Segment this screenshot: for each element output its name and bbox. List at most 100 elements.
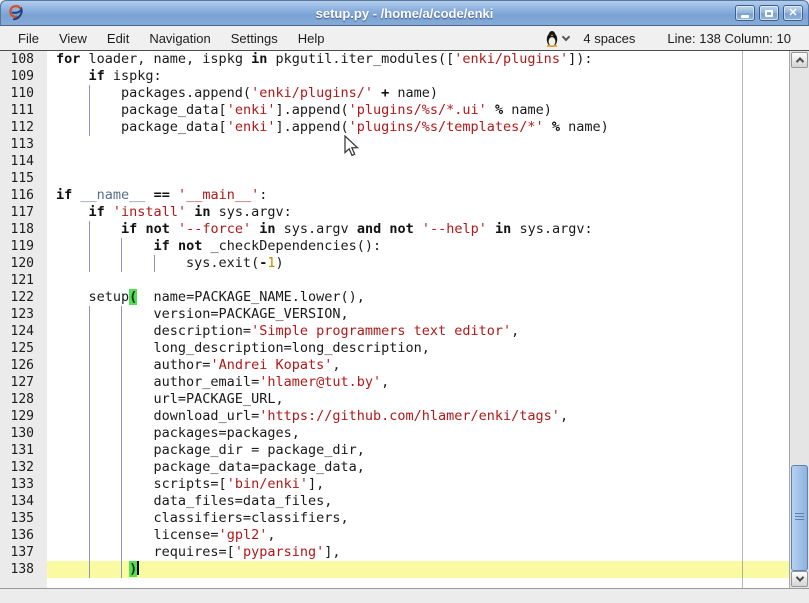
line-number: 121	[0, 272, 47, 289]
line-number: 138	[0, 561, 47, 578]
line-number: 132	[0, 459, 47, 476]
menu-item-edit[interactable]: Edit	[97, 26, 139, 50]
code-line[interactable]: if 'install' in sys.argv:	[47, 204, 789, 221]
code-line[interactable]: packages=packages,	[47, 425, 789, 442]
menu-item-help[interactable]: Help	[288, 26, 335, 50]
menu-item-file[interactable]: File	[8, 26, 49, 50]
line-number: 109	[0, 68, 47, 85]
code-line[interactable]: if ispkg:	[47, 68, 789, 85]
menu-item-navigation[interactable]: Navigation	[139, 26, 220, 50]
scrollbar-thumb[interactable]	[791, 465, 808, 571]
code-line[interactable]: if not _checkDependencies():	[47, 238, 789, 255]
maximize-button[interactable]	[759, 5, 779, 21]
indent-guide	[89, 476, 90, 493]
indent-guide	[89, 323, 90, 340]
indent-guide	[89, 561, 90, 578]
code-line[interactable]	[47, 170, 789, 187]
code-line[interactable]	[47, 136, 789, 153]
line-number: 116	[0, 187, 47, 204]
code-line[interactable]: url=PACKAGE_URL,	[47, 391, 789, 408]
code-line[interactable]: if __name__ == '__main__':	[47, 187, 789, 204]
line-number: 112	[0, 119, 47, 136]
code-area[interactable]: for loader, name, ispkg in pkgutil.iter_…	[47, 51, 789, 588]
line-number: 111	[0, 102, 47, 119]
line-number: 129	[0, 408, 47, 425]
code-line[interactable]: packages.append('enki/plugins/' + name)	[47, 85, 789, 102]
indent-guide	[121, 255, 122, 272]
indent-guide	[154, 255, 155, 272]
scroll-down-button[interactable]	[791, 571, 808, 587]
indent-guide	[121, 527, 122, 544]
code-line[interactable]: package_data['enki'].append('plugins/%s/…	[47, 102, 789, 119]
minimize-button[interactable]	[735, 5, 755, 21]
code-line[interactable]: license='gpl2',	[47, 527, 789, 544]
line-number: 114	[0, 153, 47, 170]
line-number: 124	[0, 323, 47, 340]
indent-guide	[121, 374, 122, 391]
code-line[interactable]: package_data['enki'].append('plugins/%s/…	[47, 119, 789, 136]
vertical-scrollbar[interactable]	[789, 51, 809, 588]
scroll-up-button[interactable]	[791, 52, 808, 68]
indent-guide	[121, 442, 122, 459]
line-number: 131	[0, 442, 47, 459]
line-number: 118	[0, 221, 47, 238]
code-line[interactable]: setup( name=PACKAGE_NAME.lower(),	[47, 289, 789, 306]
matched-bracket: )	[129, 561, 137, 577]
code-line[interactable]: package_dir = package_dir,	[47, 442, 789, 459]
code-line[interactable]: author_email='hlamer@tut.by',	[47, 374, 789, 391]
indent-guide	[121, 340, 122, 357]
code-line[interactable]: requires=['pyparsing'],	[47, 544, 789, 561]
indent-guide	[121, 408, 122, 425]
line-number: 133	[0, 476, 47, 493]
menubar: File View Edit Navigation Settings Help …	[0, 26, 809, 51]
line-number-gutter: 1081091101111121131141151161171181191201…	[0, 51, 47, 588]
indent-guide	[89, 408, 90, 425]
code-line[interactable]: version=PACKAGE_VERSION,	[47, 306, 789, 323]
indent-guide	[89, 493, 90, 510]
code-line[interactable]: if not '--force' in sys.argv and not '--…	[47, 221, 789, 238]
tux-penguin-icon	[545, 30, 559, 47]
indent-guide	[89, 306, 90, 323]
line-number: 113	[0, 136, 47, 153]
titlebar[interactable]: setup.py - /home/a/code/enki ✕	[0, 0, 809, 26]
code-line[interactable]	[47, 153, 789, 170]
chevron-up-icon	[795, 57, 803, 65]
indent-guide	[89, 391, 90, 408]
code-line[interactable]: description='Simple programmers text edi…	[47, 323, 789, 340]
chevron-down-icon	[795, 573, 803, 581]
code-line[interactable]: download_url='https://github.com/hlamer/…	[47, 408, 789, 425]
code-line[interactable]: sys.exit(-1)	[47, 255, 789, 272]
chevron-down-icon	[562, 33, 570, 41]
code-line[interactable]: author='Andrei Kopats',	[47, 357, 789, 374]
window-title: setup.py - /home/a/code/enki	[1, 6, 808, 21]
indent-guide	[89, 85, 90, 102]
close-button[interactable]: ✕	[783, 5, 803, 21]
indent-guide	[89, 510, 90, 527]
code-line[interactable]: classifiers=classifiers,	[47, 510, 789, 527]
menu-item-view[interactable]: View	[49, 26, 97, 50]
code-line[interactable]: scripts=['bin/enki'],	[47, 476, 789, 493]
code-line[interactable]: package_data=package_data,	[47, 459, 789, 476]
code-line[interactable]	[47, 272, 789, 289]
menu-item-settings[interactable]: Settings	[221, 26, 288, 50]
language-indicator-button[interactable]	[545, 30, 569, 47]
scrollbar-grip-icon	[795, 516, 804, 517]
indent-mode-button[interactable]: 4 spaces	[583, 31, 635, 46]
indent-guide	[121, 323, 122, 340]
code-line[interactable]: for loader, name, ispkg in pkgutil.iter_…	[47, 51, 789, 68]
indent-guide	[121, 238, 122, 255]
indent-guide	[121, 561, 122, 578]
line-number: 119	[0, 238, 47, 255]
code-line[interactable]: data_files=data_files,	[47, 493, 789, 510]
code-line[interactable]: )	[47, 561, 789, 578]
indent-guide	[121, 544, 122, 561]
cursor-position-label[interactable]: Line: 138 Column: 10	[667, 31, 791, 46]
code-line[interactable]: long_description=long_description,	[47, 340, 789, 357]
minimize-icon	[741, 15, 749, 18]
indent-guide	[121, 459, 122, 476]
indent-guide	[89, 340, 90, 357]
line-number: 135	[0, 510, 47, 527]
window-bottom-frame	[0, 588, 809, 603]
indent-guide	[121, 476, 122, 493]
close-icon: ✕	[788, 8, 797, 19]
